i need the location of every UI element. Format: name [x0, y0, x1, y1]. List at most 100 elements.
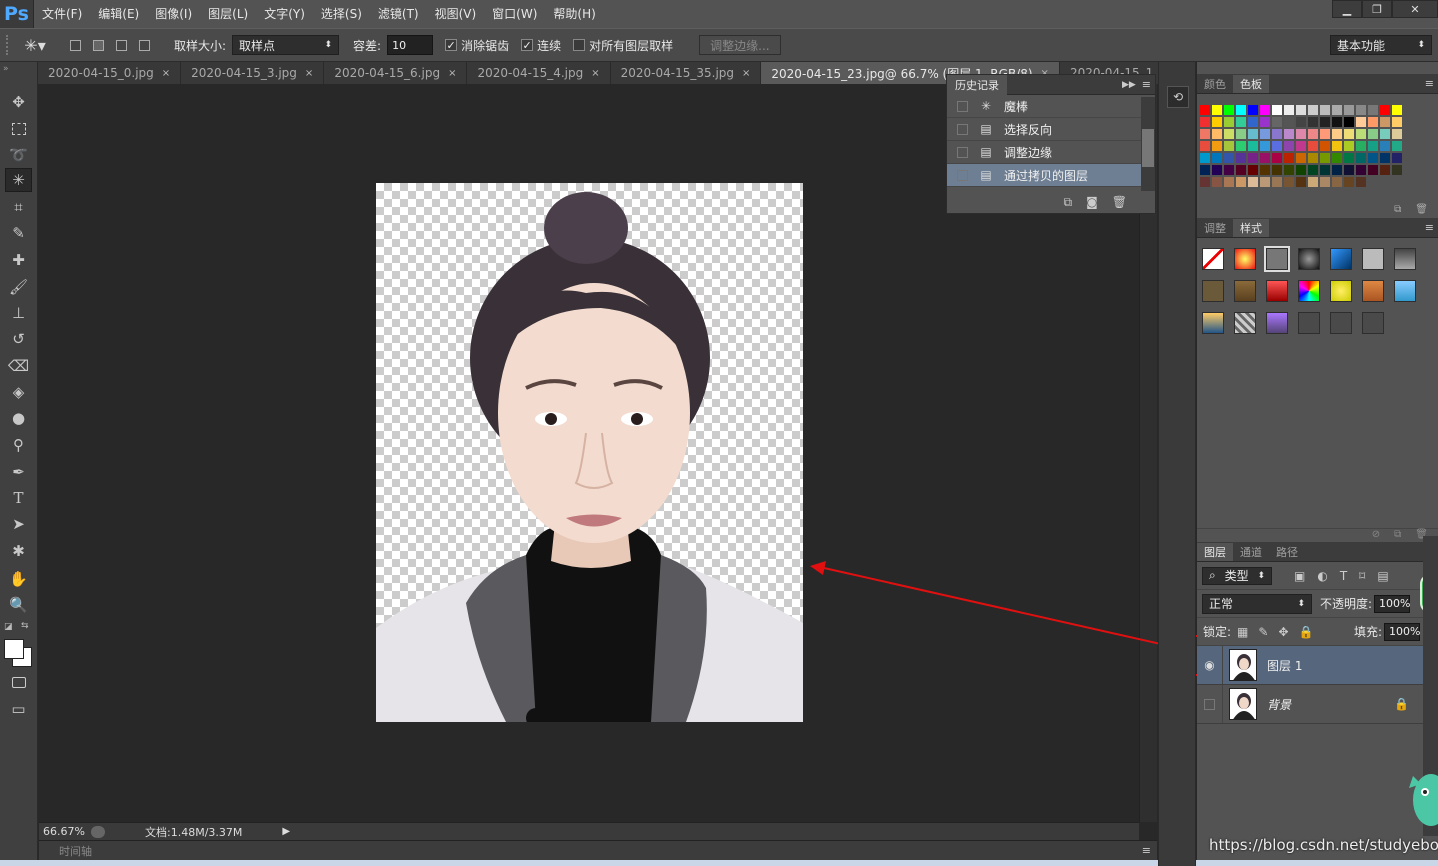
color-swatch[interactable]	[1308, 129, 1318, 139]
panel-menu-icon[interactable]: ≡	[1425, 221, 1434, 234]
color-swatch[interactable]	[1332, 153, 1342, 163]
color-swatch[interactable]	[1344, 129, 1354, 139]
color-swatch[interactable]	[1380, 141, 1390, 151]
color-swatch[interactable]	[1368, 105, 1378, 115]
color-swatch[interactable]	[1332, 105, 1342, 115]
color-swatch[interactable]	[1224, 153, 1234, 163]
color-swatch[interactable]	[1392, 117, 1402, 127]
filter-adjustment-icon[interactable]: ◐	[1317, 569, 1327, 583]
color-swatch[interactable]	[1320, 165, 1330, 175]
color-swatch[interactable]	[1200, 129, 1210, 139]
history-item[interactable]: ▤ 调整边缘	[947, 141, 1141, 164]
style-preset[interactable]	[1330, 280, 1352, 302]
tab-styles[interactable]: 样式	[1233, 219, 1269, 237]
color-swatch[interactable]	[1200, 105, 1210, 115]
color-swatch[interactable]	[1296, 117, 1306, 127]
snapshot-camera-icon[interactable]: ◙	[1086, 195, 1098, 209]
color-swatch[interactable]	[1320, 141, 1330, 151]
style-preset[interactable]	[1266, 280, 1288, 302]
color-swatch[interactable]	[1308, 177, 1318, 187]
color-swatch[interactable]	[1212, 165, 1222, 175]
color-swatch[interactable]	[1272, 141, 1282, 151]
color-swatch[interactable]	[1392, 129, 1402, 139]
color-swatch[interactable]	[1248, 153, 1258, 163]
color-swatch[interactable]	[1272, 117, 1282, 127]
color-swatch[interactable]	[1212, 153, 1222, 163]
style-preset[interactable]	[1266, 312, 1288, 334]
new-document-from-state-icon[interactable]: ⧉	[1064, 195, 1073, 210]
color-swatch[interactable]	[1248, 105, 1258, 115]
color-swatch[interactable]	[1296, 165, 1306, 175]
color-swatch[interactable]	[1296, 129, 1306, 139]
history-tab[interactable]: 历史记录	[947, 74, 1007, 95]
status-icon[interactable]	[91, 825, 105, 838]
style-preset[interactable]	[1362, 280, 1384, 302]
color-swatch[interactable]	[1284, 129, 1294, 139]
color-swatch[interactable]	[1380, 153, 1390, 163]
opacity-input[interactable]: 100%	[1374, 594, 1411, 613]
color-swatch[interactable]	[1320, 117, 1330, 127]
style-preset[interactable]	[1234, 248, 1256, 270]
color-swatch[interactable]	[1284, 153, 1294, 163]
clear-style-icon[interactable]: ⊘	[1372, 529, 1380, 542]
color-swatch[interactable]	[1200, 177, 1210, 187]
color-swatch[interactable]	[1224, 105, 1234, 115]
color-swatch[interactable]	[1212, 105, 1222, 115]
filter-pixel-icon[interactable]: ▣	[1294, 569, 1305, 583]
color-swatch[interactable]	[1332, 177, 1342, 187]
history-snapshot-checkbox[interactable]	[957, 169, 968, 181]
timeline-label[interactable]: 时间轴	[59, 843, 92, 859]
style-preset[interactable]	[1394, 280, 1416, 302]
color-swatch[interactable]	[1380, 117, 1390, 127]
color-swatch[interactable]	[1260, 165, 1270, 175]
color-swatch[interactable]	[1320, 177, 1330, 187]
color-swatch[interactable]	[1248, 141, 1258, 151]
style-preset[interactable]	[1362, 248, 1384, 270]
color-swatch[interactable]	[1356, 129, 1366, 139]
history-snapshot-checkbox[interactable]	[957, 123, 968, 135]
style-preset[interactable]	[1362, 312, 1384, 334]
color-swatch[interactable]	[1260, 153, 1270, 163]
filter-shape-icon[interactable]: ⌑	[1359, 569, 1365, 583]
color-swatch[interactable]	[1272, 129, 1282, 139]
color-swatch[interactable]	[1260, 105, 1270, 115]
history-scrollbar[interactable]	[1141, 97, 1155, 191]
color-swatch[interactable]	[1212, 141, 1222, 151]
color-swatch[interactable]	[1380, 105, 1390, 115]
color-swatch[interactable]	[1392, 165, 1402, 175]
layer-name[interactable]: 背景	[1267, 696, 1291, 713]
color-swatch[interactable]	[1212, 117, 1222, 127]
color-swatch[interactable]	[1248, 117, 1258, 127]
color-swatch[interactable]	[1320, 153, 1330, 163]
color-swatch[interactable]	[1332, 165, 1342, 175]
color-swatch[interactable]	[1236, 117, 1246, 127]
color-swatch[interactable]	[1332, 129, 1342, 139]
color-swatch[interactable]	[1224, 177, 1234, 187]
tab-color[interactable]: 颜色	[1197, 75, 1233, 93]
filter-smart-object-icon[interactable]: ▤	[1377, 569, 1388, 583]
style-preset[interactable]	[1202, 248, 1224, 270]
color-swatch[interactable]	[1212, 129, 1222, 139]
color-swatch[interactable]	[1308, 153, 1318, 163]
color-swatch[interactable]	[1380, 129, 1390, 139]
layer-row[interactable]: 背景 🔒	[1197, 685, 1423, 724]
color-swatch[interactable]	[1308, 141, 1318, 151]
color-swatch[interactable]	[1320, 129, 1330, 139]
color-swatch[interactable]	[1332, 141, 1342, 151]
color-swatch[interactable]	[1248, 177, 1258, 187]
color-swatch[interactable]	[1392, 105, 1402, 115]
panel-collapse-icon[interactable]: ▶▶	[1122, 80, 1136, 90]
color-swatch[interactable]	[1236, 165, 1246, 175]
color-swatch[interactable]	[1284, 117, 1294, 127]
color-swatch[interactable]	[1260, 129, 1270, 139]
layer-filter-select[interactable]: ⌕ 类型 ⬍	[1202, 566, 1272, 585]
color-swatch[interactable]	[1260, 141, 1270, 151]
color-swatch[interactable]	[1356, 105, 1366, 115]
style-preset[interactable]	[1394, 248, 1416, 270]
zoom-level[interactable]: 66.67%	[43, 825, 91, 838]
new-style-icon[interactable]: ⧉	[1394, 529, 1401, 542]
lock-image-icon[interactable]: ✎	[1258, 625, 1268, 639]
lock-all-icon[interactable]: 🔒	[1299, 625, 1314, 639]
color-swatch[interactable]	[1284, 177, 1294, 187]
tab-adjustments[interactable]: 调整	[1197, 219, 1233, 237]
